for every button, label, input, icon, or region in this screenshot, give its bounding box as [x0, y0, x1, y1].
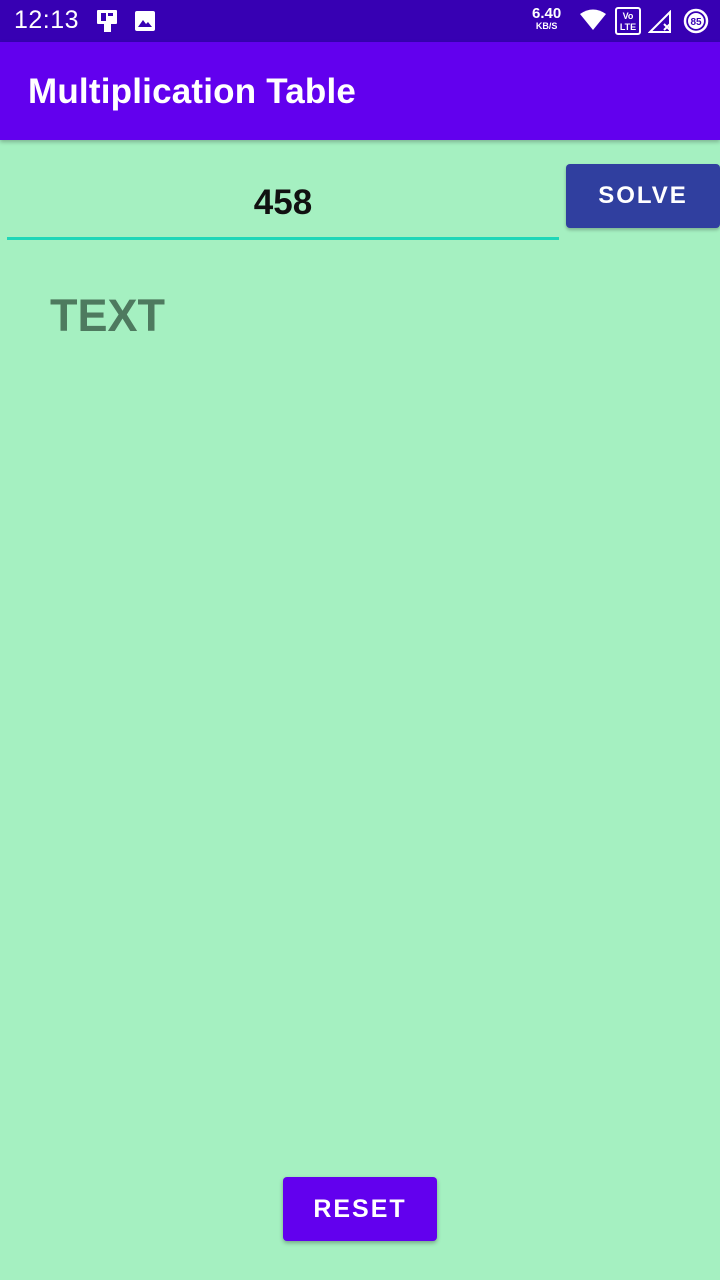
signal-icon — [647, 9, 674, 39]
network-speed-unit: KB/S — [535, 21, 558, 31]
status-time: 12:13 — [14, 6, 80, 34]
battery-level: 85 — [690, 17, 702, 28]
wifi-icon — [580, 9, 606, 36]
network-speed: 6.40 KB/S — [532, 6, 561, 31]
volte-label-bottom: LTE — [620, 22, 636, 32]
page-title: Multiplication Table — [28, 72, 357, 111]
solve-button[interactable]: SOLVE — [566, 164, 720, 228]
network-speed-value: 6.40 — [532, 5, 562, 22]
status-bar: 12:13 6.40 KB/S Vo LTE 85 — [0, 0, 720, 42]
reset-button[interactable]: RESET — [283, 1177, 437, 1241]
app-bar: Multiplication Table — [0, 42, 720, 140]
sim-toolkit-icon — [94, 8, 120, 39]
image-icon — [134, 10, 156, 37]
battery-icon: 85 — [683, 8, 709, 39]
number-input[interactable] — [7, 168, 559, 240]
volte-label-top: Vo — [623, 11, 634, 21]
volte-icon: Vo LTE — [615, 7, 641, 40]
result-text: TEXT — [50, 290, 166, 341]
